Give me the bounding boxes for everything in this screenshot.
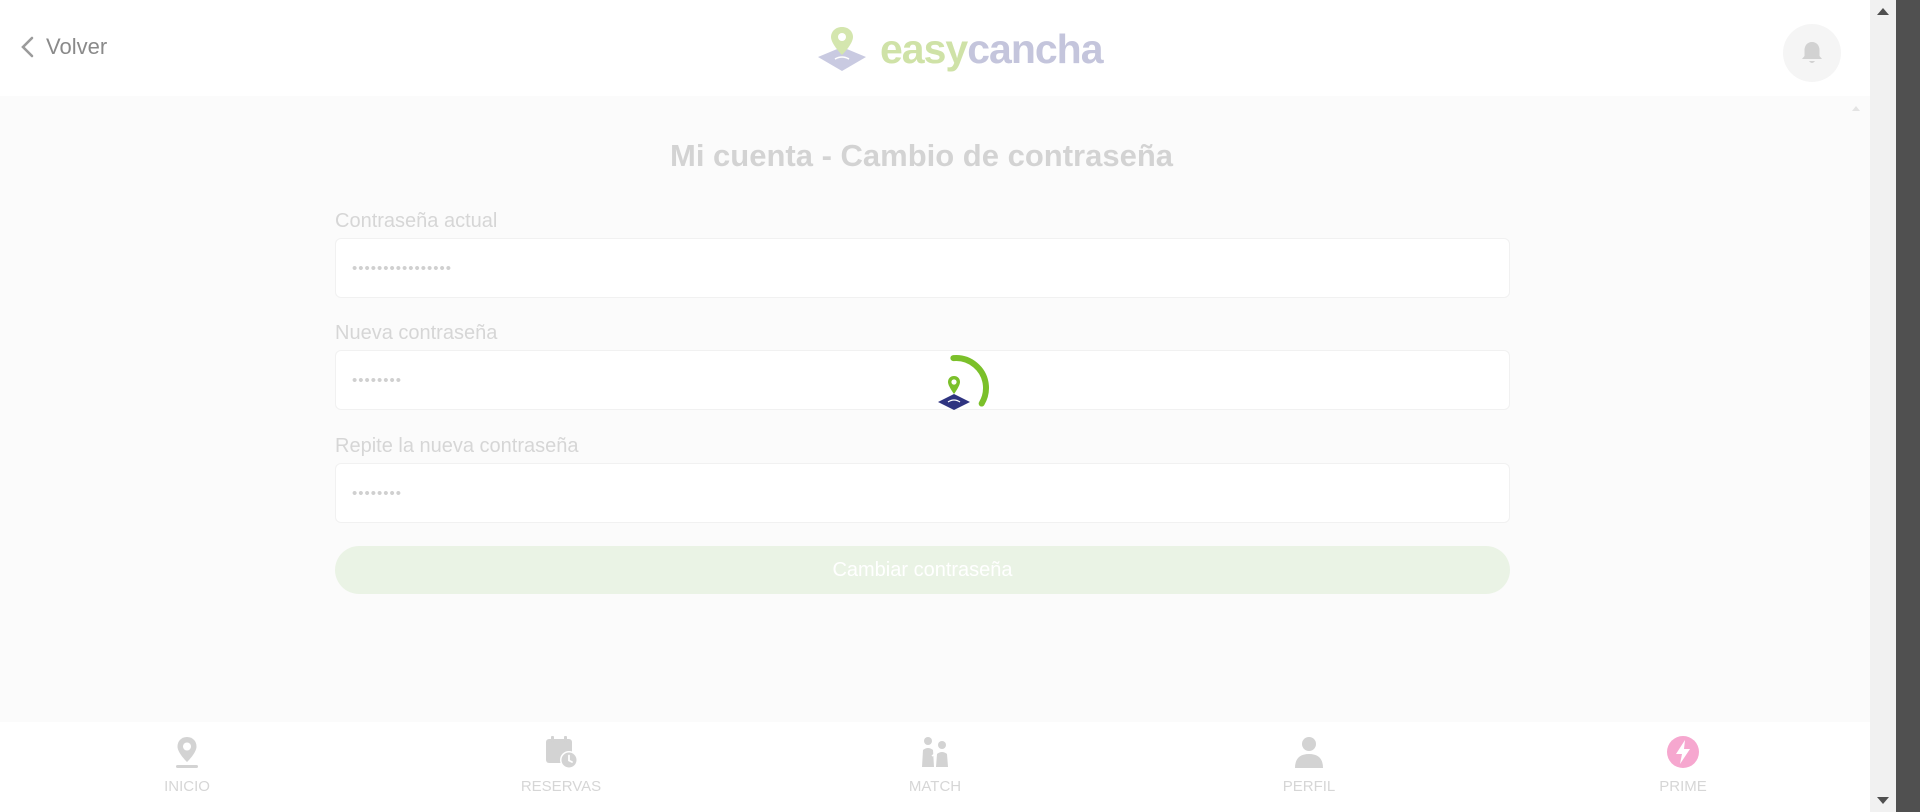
current-password-group: Contraseña actual — [335, 208, 1510, 298]
nav-label-reservas: RESERVAS — [520, 778, 602, 795]
nav-item-reservas[interactable]: RESERVAS — [374, 722, 748, 812]
lightning-badge-icon — [1667, 736, 1699, 768]
calendar-clock-icon — [546, 736, 578, 769]
logo-pin-icon — [938, 376, 970, 410]
bottom-navigation: INICIO RESERVAS MATCH PERFIL PRIME — [0, 722, 1870, 812]
page-title: Mi cuenta - Cambio de contraseña — [670, 138, 1173, 173]
notifications-button[interactable] — [1783, 24, 1841, 82]
scrollbar-thumb[interactable] — [1896, 0, 1920, 812]
map-pin-icon — [176, 737, 198, 768]
inner-scroll-up-arrow[interactable] — [1852, 106, 1860, 111]
top-header: Volver easycancha — [0, 0, 1870, 96]
nav-item-inicio[interactable]: INICIO — [0, 722, 374, 812]
back-button[interactable]: Volver — [20, 30, 107, 64]
user-icon — [1295, 737, 1323, 768]
repeat-password-label: Repite la nueva contraseña — [335, 435, 579, 457]
nav-label-match: MATCH — [908, 778, 962, 795]
scroll-up-arrow[interactable] — [1877, 8, 1889, 15]
repeat-password-field[interactable] — [335, 463, 1510, 523]
app-root: Volver easycancha Mi cuenta - Cambio de … — [0, 0, 1870, 812]
back-label: Volver — [46, 34, 108, 59]
logo-wordmark: easycancha — [880, 25, 1104, 72]
window-scrollbar[interactable] — [1870, 0, 1920, 812]
repeat-password-group: Repite la nueva contraseña — [335, 433, 1510, 523]
logo-pin-icon — [818, 27, 866, 71]
players-icon — [922, 737, 948, 767]
nav-item-match[interactable]: MATCH — [748, 722, 1122, 812]
nav-label-prime: PRIME — [1659, 778, 1707, 795]
current-password-label: Contraseña actual — [335, 210, 498, 232]
nav-item-perfil[interactable]: PERFIL — [1122, 722, 1496, 812]
chevron-left-icon — [21, 36, 34, 58]
nav-item-prime[interactable]: PRIME — [1496, 722, 1870, 812]
nav-label-perfil: PERFIL — [1282, 778, 1336, 795]
loading-spinner — [923, 355, 989, 421]
current-password-field[interactable] — [335, 238, 1510, 298]
nav-label-inicio: INICIO — [164, 778, 210, 795]
new-password-label: Nueva contraseña — [335, 322, 498, 344]
easycancha-logo[interactable]: easycancha — [816, 24, 1104, 74]
bell-icon — [1802, 42, 1822, 63]
scroll-down-arrow[interactable] — [1877, 797, 1889, 804]
change-password-button[interactable]: Cambiar contraseña — [335, 546, 1510, 594]
